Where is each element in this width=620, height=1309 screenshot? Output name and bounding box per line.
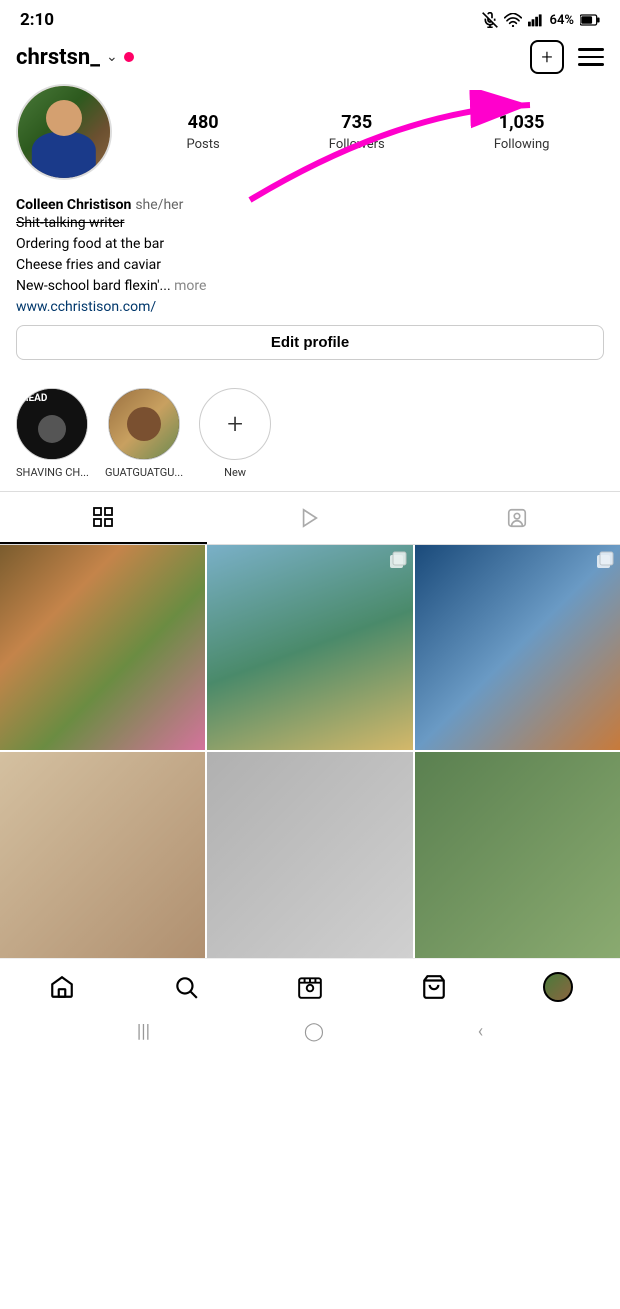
- avatar-image: [18, 86, 110, 178]
- sys-nav-back[interactable]: |||: [137, 1021, 150, 1042]
- photo-grid: [0, 545, 620, 958]
- username: chrstsn_: [16, 45, 100, 70]
- photo-cell-5[interactable]: [207, 752, 412, 957]
- mute-icon: [482, 12, 498, 28]
- live-indicator: [124, 52, 134, 62]
- posts-count: 480: [187, 112, 220, 133]
- play-icon: [299, 507, 321, 529]
- story-item-2[interactable]: GUATGUATGU...: [105, 388, 183, 479]
- plus-icon: +: [541, 45, 552, 69]
- header-icons: +: [530, 40, 604, 74]
- menu-line-3: [578, 63, 604, 66]
- bio-line-3: Cheese fries and caviar: [16, 255, 604, 276]
- story-circle-2: [108, 388, 180, 460]
- followers-label: Followers: [329, 137, 385, 152]
- story-add-button[interactable]: +: [199, 388, 271, 460]
- story-label-1: SHAVING CH...: [16, 466, 89, 479]
- battery-text: 64%: [550, 13, 574, 28]
- photo-cell-2[interactable]: [207, 545, 412, 750]
- tab-tagged[interactable]: [413, 492, 620, 544]
- search-icon: [173, 974, 199, 1000]
- followers-count: 735: [329, 112, 385, 133]
- photo-cell-3[interactable]: [415, 545, 620, 750]
- photo-cell-1[interactable]: [0, 545, 205, 750]
- story-circle-1: HEAD: [16, 388, 88, 460]
- bio-line-1: Shit-talking writer: [16, 213, 604, 234]
- profile-avatar-nav: [543, 972, 573, 1002]
- dropdown-arrow-icon[interactable]: ⌄: [106, 49, 118, 65]
- bio-section: Colleen Christison she/her Shit-talking …: [16, 194, 604, 315]
- signal-icon: [528, 13, 544, 27]
- reels-icon: [297, 974, 323, 1000]
- nav-shop[interactable]: [410, 969, 458, 1005]
- nav-profile[interactable]: [534, 969, 582, 1005]
- posts-stat[interactable]: 480 Posts: [187, 112, 220, 152]
- posts-label: Posts: [187, 137, 220, 152]
- nav-home[interactable]: [38, 969, 86, 1005]
- hamburger-menu-button[interactable]: [578, 48, 604, 66]
- tagged-icon: [506, 507, 528, 529]
- bio-line-1-text: Shit-talking writer: [16, 215, 124, 231]
- following-count: 1,035: [494, 112, 550, 133]
- bio-link[interactable]: www.cchristison.com/: [16, 299, 604, 315]
- status-icons: 64%: [482, 12, 600, 28]
- home-icon: [49, 974, 75, 1000]
- tab-reels[interactable]: [207, 492, 414, 544]
- sys-nav-recents[interactable]: ‹: [478, 1021, 483, 1042]
- story-add-icon: +: [227, 410, 243, 438]
- bio-pronouns: she/her: [135, 197, 183, 213]
- followers-stat[interactable]: 735 Followers: [329, 112, 385, 152]
- battery-icon: [580, 14, 600, 26]
- avatar-container[interactable]: [16, 84, 112, 180]
- story-item-new[interactable]: + New: [199, 388, 271, 479]
- grid-icon: [91, 505, 115, 529]
- avatar: [16, 84, 112, 180]
- shop-icon: [421, 974, 447, 1000]
- following-stat[interactable]: 1,035 Following: [494, 112, 550, 152]
- bio-display-name: Colleen Christison: [16, 197, 131, 213]
- bio-more-link[interactable]: more: [174, 278, 206, 294]
- story-item-1[interactable]: HEAD SHAVING CH...: [16, 388, 89, 479]
- header: chrstsn_ ⌄ +: [0, 36, 620, 84]
- header-left: chrstsn_ ⌄: [16, 45, 134, 70]
- profile-section: 480 Posts 735 Followers 1,035 Following …: [0, 84, 620, 374]
- nav-reels[interactable]: [286, 969, 334, 1005]
- tab-bar: [0, 491, 620, 545]
- following-label: Following: [494, 137, 550, 152]
- story-label-new: New: [224, 466, 246, 479]
- nav-search[interactable]: [162, 969, 210, 1005]
- profile-stats: 480 Posts 735 Followers 1,035 Following: [132, 112, 604, 152]
- bio-line-2: Ordering food at the bar: [16, 234, 604, 255]
- profile-top: 480 Posts 735 Followers 1,035 Following: [16, 84, 604, 180]
- menu-line-2: [578, 56, 604, 59]
- bio-line-4: New-school bard flexin'... more: [16, 276, 604, 297]
- photo-cell-4[interactable]: [0, 752, 205, 957]
- stories-section: HEAD SHAVING CH... GUATGUATGU... + New: [0, 374, 620, 491]
- tab-grid[interactable]: [0, 492, 207, 544]
- sys-nav-home[interactable]: ◯: [304, 1021, 324, 1042]
- story-label-2: GUATGUATGU...: [105, 466, 183, 479]
- wifi-icon: [504, 13, 522, 27]
- add-post-button[interactable]: +: [530, 40, 564, 74]
- bottom-nav: [0, 958, 620, 1013]
- system-nav: ||| ◯ ‹: [0, 1013, 620, 1054]
- photo-cell-6[interactable]: [415, 752, 620, 957]
- status-bar: 2:10 64%: [0, 0, 620, 36]
- menu-line-1: [578, 48, 604, 51]
- status-time: 2:10: [20, 10, 54, 30]
- edit-profile-button[interactable]: Edit profile: [16, 325, 604, 360]
